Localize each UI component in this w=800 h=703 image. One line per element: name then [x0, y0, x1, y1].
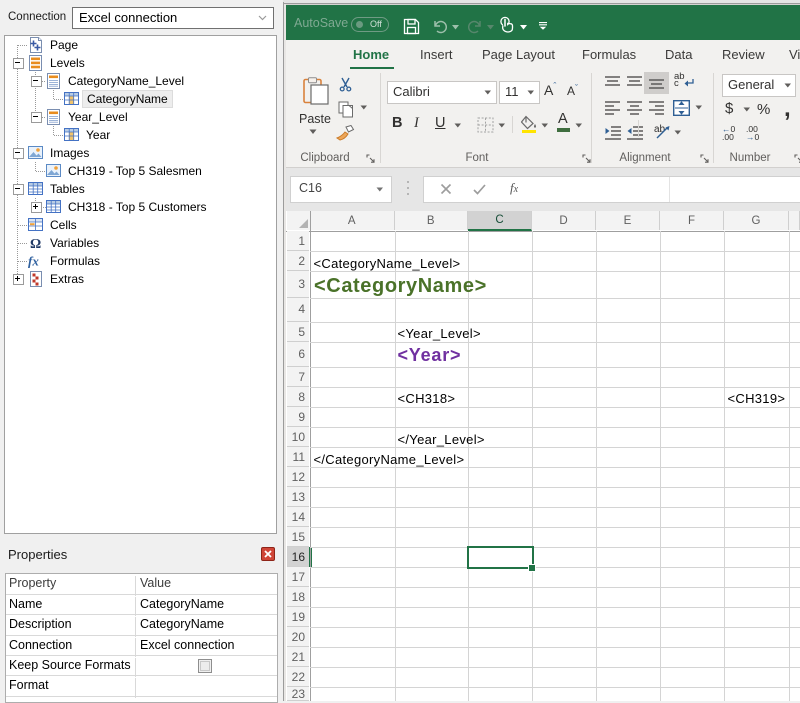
svg-text:Ω: Ω	[30, 237, 41, 251]
svg-text:fx: fx	[28, 254, 39, 269]
